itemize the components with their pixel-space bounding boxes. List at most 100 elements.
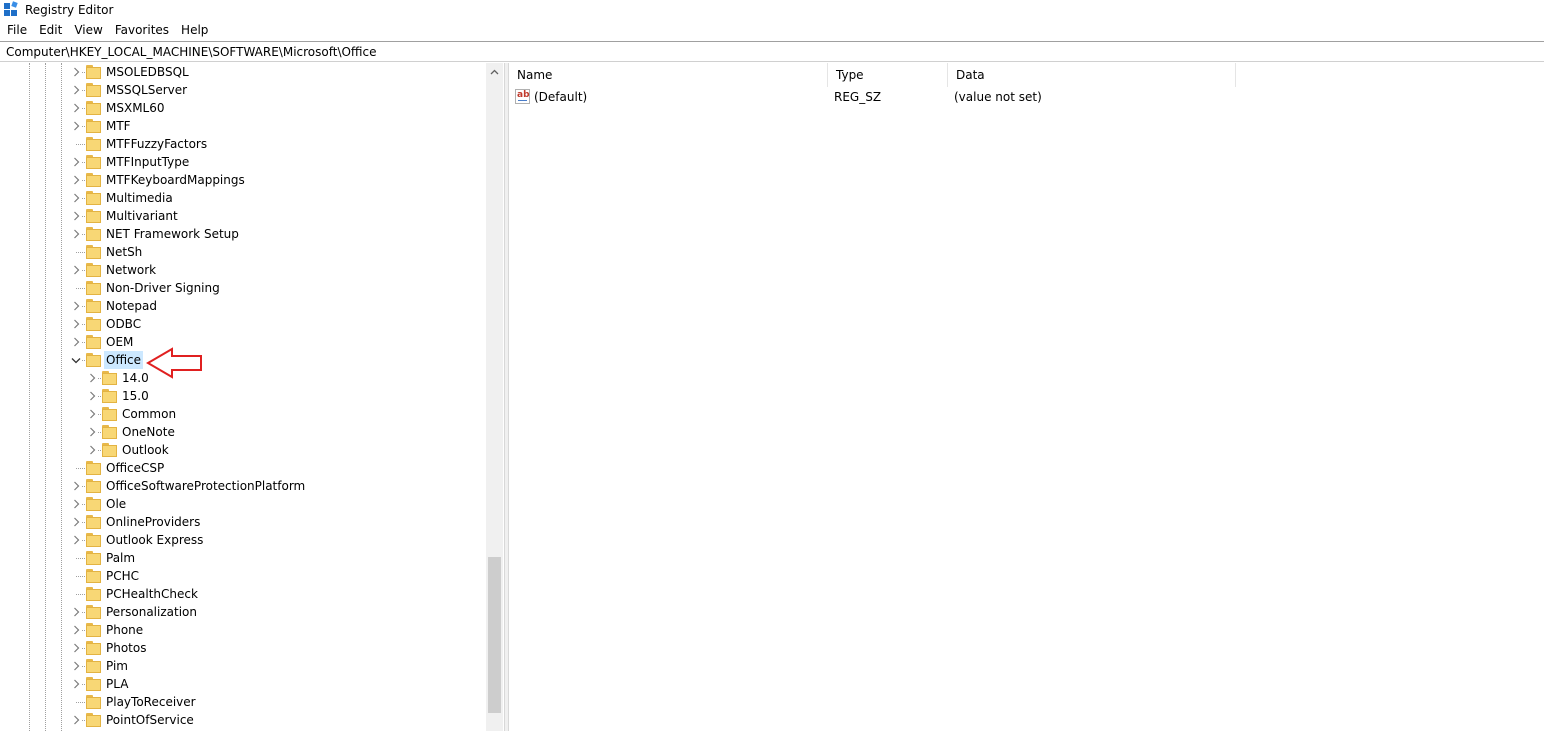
tree-item-label[interactable]: Common — [120, 405, 178, 423]
column-header-name[interactable]: Name — [509, 63, 828, 87]
chevron-right-icon[interactable] — [86, 444, 98, 456]
tree-item-label[interactable]: PlayToReceiver — [104, 693, 198, 711]
chevron-right-icon[interactable] — [70, 84, 82, 96]
menu-favorites[interactable]: Favorites — [109, 21, 175, 40]
chevron-right-icon[interactable] — [70, 192, 82, 204]
tree-item-label[interactable]: Palm — [104, 549, 137, 567]
tree-item[interactable]: Common — [0, 405, 486, 423]
chevron-right-icon[interactable] — [70, 642, 82, 654]
chevron-right-icon[interactable] — [86, 408, 98, 420]
tree-item-label[interactable]: MTFFuzzyFactors — [104, 135, 209, 153]
chevron-right-icon[interactable] — [86, 390, 98, 402]
tree-item-label[interactable]: Outlook Express — [104, 531, 205, 549]
tree-item[interactable]: Palm — [0, 549, 486, 567]
tree-item[interactable]: Multimedia — [0, 189, 486, 207]
tree-item-label[interactable]: Ole — [104, 495, 128, 513]
tree-item-label[interactable]: OEM — [104, 333, 135, 351]
tree-item[interactable]: OneNote — [0, 423, 486, 441]
tree-item[interactable]: PCHC — [0, 567, 486, 585]
tree-item[interactable]: Photos — [0, 639, 486, 657]
chevron-right-icon[interactable] — [70, 318, 82, 330]
tree-item[interactable]: Outlook — [0, 441, 486, 459]
tree-item-label[interactable]: OfficeCSP — [104, 459, 166, 477]
tree-item-label[interactable]: PCHC — [104, 567, 141, 585]
address-bar[interactable]: Computer\HKEY_LOCAL_MACHINE\SOFTWARE\Mic… — [0, 41, 1544, 62]
tree-item[interactable]: Non-Driver Signing — [0, 279, 486, 297]
chevron-right-icon[interactable] — [70, 498, 82, 510]
tree-item[interactable]: PointOfService — [0, 711, 486, 729]
chevron-right-icon[interactable] — [70, 606, 82, 618]
tree-item-label[interactable]: MTFInputType — [104, 153, 191, 171]
tree-item-label[interactable]: MSSQLServer — [104, 81, 189, 99]
tree-item-label[interactable]: MTFKeyboardMappings — [104, 171, 247, 189]
scroll-thumb[interactable] — [488, 557, 501, 713]
chevron-right-icon[interactable] — [70, 156, 82, 168]
tree-item-label[interactable]: Phone — [104, 621, 145, 639]
chevron-right-icon[interactable] — [70, 228, 82, 240]
tree-item-label[interactable]: ODBC — [104, 315, 143, 333]
chevron-right-icon[interactable] — [70, 120, 82, 132]
chevron-right-icon[interactable] — [70, 678, 82, 690]
tree-item-label[interactable]: Personalization — [104, 603, 199, 621]
key-tree-pane[interactable]: MSOLEDBSQL MSSQLServer MSXML60 MTF MTFFuzzyF… — [0, 63, 504, 731]
tree-item[interactable]: NET Framework Setup — [0, 225, 486, 243]
tree-item[interactable]: Ole — [0, 495, 486, 513]
tree-item-label[interactable]: Pim — [104, 657, 130, 675]
tree-item[interactable]: Office — [0, 351, 486, 369]
tree-item[interactable]: 14.0 — [0, 369, 486, 387]
tree-item[interactable]: MTFKeyboardMappings — [0, 171, 486, 189]
chevron-right-icon[interactable] — [86, 372, 98, 384]
tree-item[interactable]: PLA — [0, 675, 486, 693]
scroll-up-button[interactable] — [486, 63, 503, 80]
menu-help[interactable]: Help — [175, 21, 214, 40]
tree-item-label[interactable]: Multimedia — [104, 189, 175, 207]
tree-item-label[interactable]: MSXML60 — [104, 99, 167, 117]
chevron-right-icon[interactable] — [70, 264, 82, 276]
tree-item[interactable]: OEM — [0, 333, 486, 351]
tree-item[interactable]: OnlineProviders — [0, 513, 486, 531]
tree-item-label[interactable]: Notepad — [104, 297, 159, 315]
tree-item[interactable]: Pim — [0, 657, 486, 675]
tree-item-label[interactable]: Multivariant — [104, 207, 180, 225]
tree-item[interactable]: MSXML60 — [0, 99, 486, 117]
column-header-type[interactable]: Type — [828, 63, 948, 87]
tree-item[interactable]: MSSQLServer — [0, 81, 486, 99]
tree-item[interactable]: ODBC — [0, 315, 486, 333]
menu-edit[interactable]: Edit — [33, 21, 68, 40]
tree-item-label[interactable]: Non-Driver Signing — [104, 279, 222, 297]
tree-item-label[interactable]: PCHealthCheck — [104, 585, 200, 603]
tree-item[interactable]: NetSh — [0, 243, 486, 261]
chevron-right-icon[interactable] — [70, 516, 82, 528]
column-header-data[interactable]: Data — [948, 63, 1236, 87]
tree-item[interactable]: Notepad — [0, 297, 486, 315]
tree-item-label[interactable]: PLA — [104, 675, 130, 693]
tree-item[interactable]: Network — [0, 261, 486, 279]
chevron-right-icon[interactable] — [70, 624, 82, 636]
chevron-right-icon[interactable] — [70, 102, 82, 114]
tree-item-label[interactable]: Network — [104, 261, 158, 279]
tree-item-label[interactable]: Photos — [104, 639, 148, 657]
chevron-down-icon[interactable] — [70, 354, 82, 366]
chevron-right-icon[interactable] — [70, 480, 82, 492]
tree-item-label[interactable]: 15.0 — [120, 387, 151, 405]
tree-item-label[interactable]: NET Framework Setup — [104, 225, 241, 243]
tree-item-label[interactable]: Office — [104, 351, 144, 369]
chevron-right-icon[interactable] — [70, 660, 82, 672]
tree-item-label[interactable]: MTF — [104, 117, 133, 135]
value-row[interactable]: ab (Default) REG_SZ (value not set) — [509, 88, 1544, 106]
tree-item[interactable]: Personalization — [0, 603, 486, 621]
chevron-right-icon[interactable] — [70, 210, 82, 222]
tree-item[interactable]: Phone — [0, 621, 486, 639]
address-path[interactable]: Computer\HKEY_LOCAL_MACHINE\SOFTWARE\Mic… — [6, 45, 377, 59]
tree-item-label[interactable]: OneNote — [120, 423, 177, 441]
tree-item[interactable]: OfficeSoftwareProtectionPlatform — [0, 477, 486, 495]
chevron-right-icon[interactable] — [70, 300, 82, 312]
tree-item[interactable]: 15.0 — [0, 387, 486, 405]
chevron-right-icon[interactable] — [70, 66, 82, 78]
tree-item[interactable]: Multivariant — [0, 207, 486, 225]
key-tree[interactable]: MSOLEDBSQL MSSQLServer MSXML60 MTF MTFFuzzyF… — [0, 63, 486, 731]
tree-item-label[interactable]: NetSh — [104, 243, 144, 261]
tree-item-label[interactable]: MSOLEDBSQL — [104, 63, 191, 81]
tree-item-label[interactable]: Outlook — [120, 441, 171, 459]
tree-item-label[interactable]: OfficeSoftwareProtectionPlatform — [104, 477, 307, 495]
